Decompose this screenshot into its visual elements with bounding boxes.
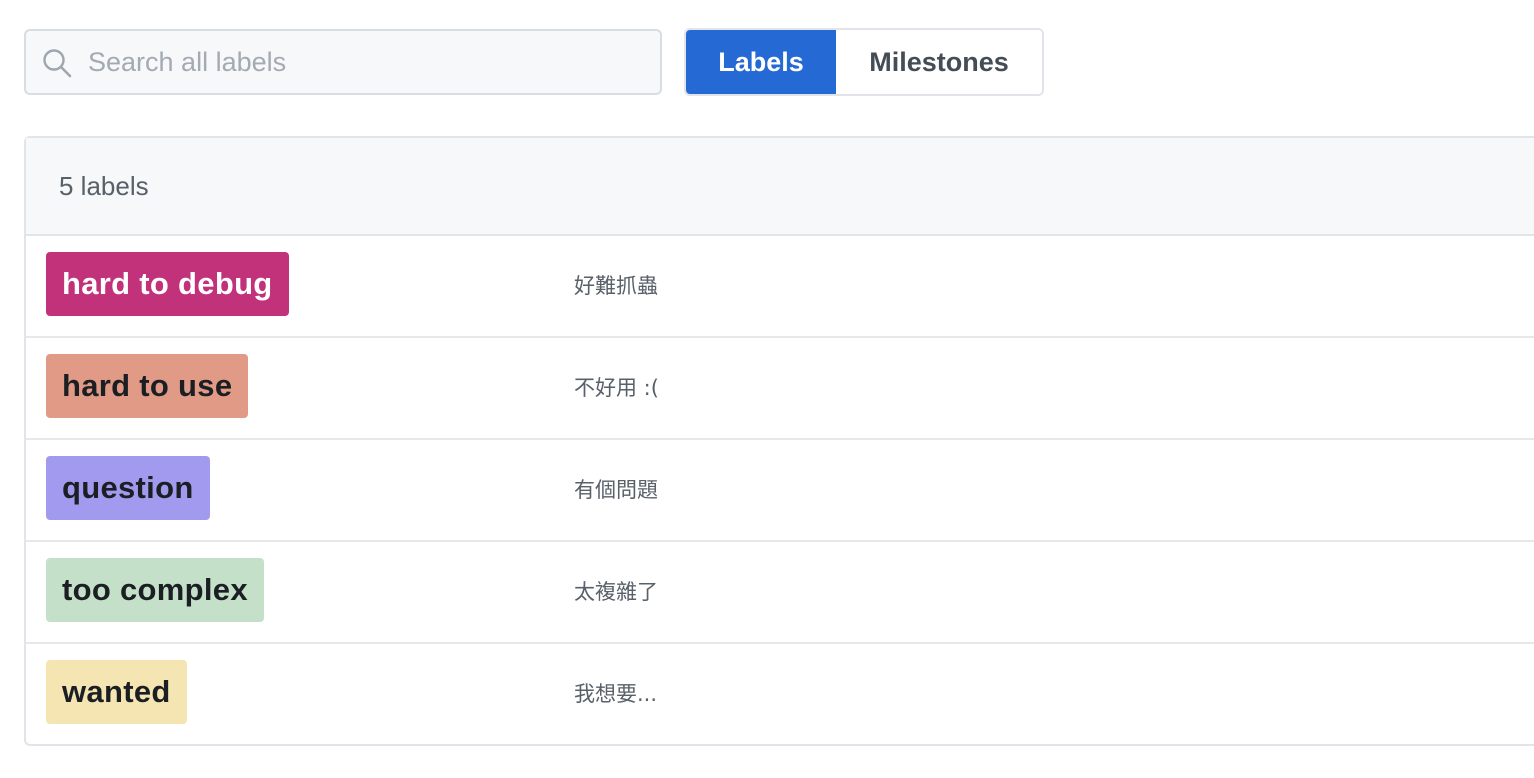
labels-milestones-nav: Labels Milestones — [684, 28, 1044, 96]
labels-count: 5 labels — [59, 170, 149, 201]
label-description: 不好用 :( — [574, 376, 659, 400]
label-row: hard to debug 好難抓蟲 — [26, 236, 1534, 338]
label-description: 好難抓蟲 — [574, 274, 658, 298]
label-row: hard to use 不好用 :( — [26, 338, 1534, 440]
label-pill[interactable]: too complex — [46, 558, 264, 622]
label-pill[interactable]: wanted — [46, 660, 187, 724]
label-description: 我想要... — [574, 682, 658, 706]
label-row: wanted 我想要... — [26, 644, 1534, 746]
label-row: question 有個問題 — [26, 440, 1534, 542]
search-icon — [43, 49, 72, 78]
label-description: 太複雜了 — [574, 580, 658, 604]
label-pill[interactable]: hard to debug — [46, 252, 289, 316]
label-description: 有個問題 — [574, 478, 658, 502]
search-box[interactable] — [24, 29, 662, 95]
labels-toolbar: Labels Milestones — [24, 28, 1044, 96]
labels-list: 5 labels hard to debug 好難抓蟲 hard to use … — [24, 136, 1534, 746]
label-pill[interactable]: hard to use — [46, 354, 249, 418]
tab-milestones[interactable]: Milestones — [836, 30, 1042, 94]
label-pill[interactable]: question — [46, 456, 210, 520]
label-row: too complex 太複雜了 — [26, 542, 1534, 644]
tab-labels[interactable]: Labels — [686, 30, 836, 94]
labels-count-header: 5 labels — [26, 138, 1534, 236]
search-input[interactable] — [26, 31, 660, 93]
